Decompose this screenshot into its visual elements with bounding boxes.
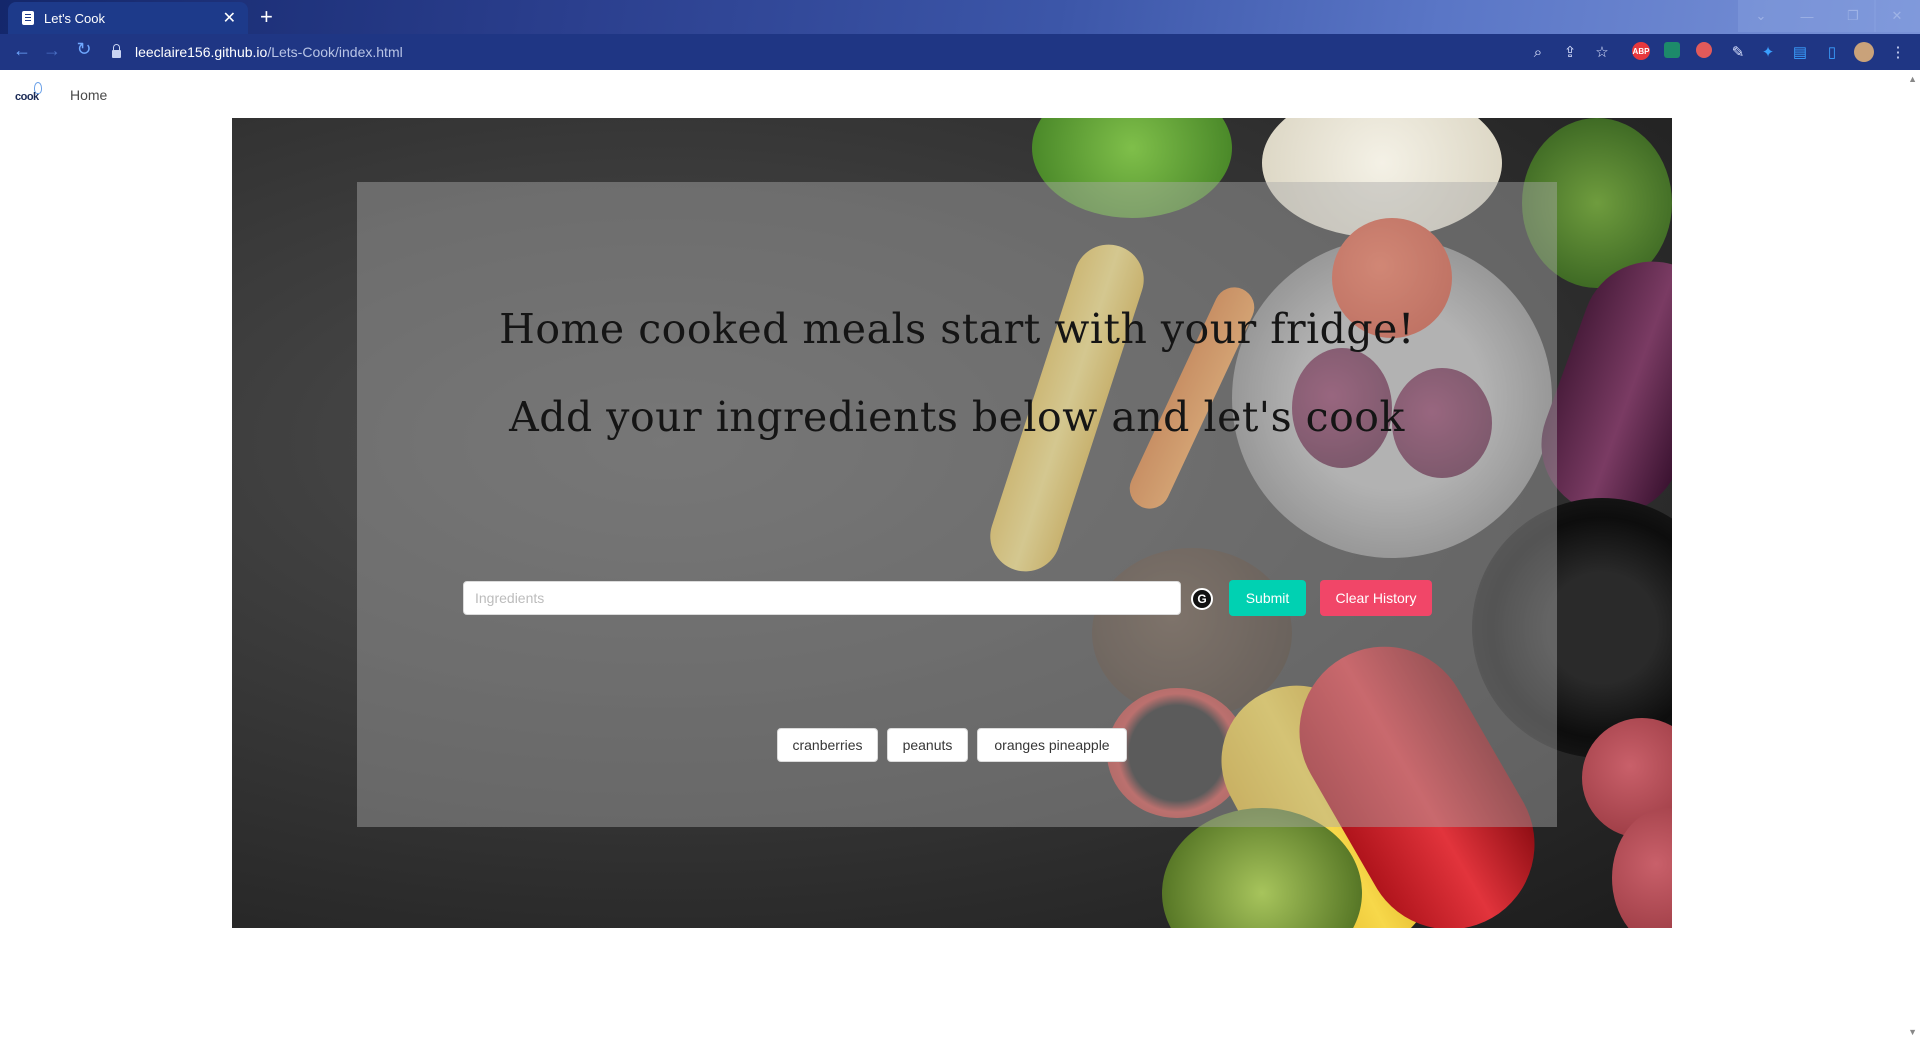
tab-close-icon[interactable]: ✕ xyxy=(223,8,236,28)
browser-tab[interactable]: Let's Cook ✕ xyxy=(8,2,248,34)
history-item-button[interactable]: peanuts xyxy=(887,728,968,762)
url-path: /Lets-Cook/index.html xyxy=(267,44,403,60)
extensions-menu-icon[interactable]: ▤ xyxy=(1790,42,1810,62)
submit-button[interactable]: Submit xyxy=(1229,580,1306,616)
lock-icon xyxy=(112,44,121,58)
url-host: leeclaire156.github.io xyxy=(135,44,268,60)
close-window-button[interactable]: ✕ xyxy=(1874,0,1920,32)
browser-toolbar: ← → ↻ leeclaire156.github.io /Lets-Cook/… xyxy=(0,34,1920,70)
tab-title: Let's Cook xyxy=(44,10,106,26)
share-icon[interactable]: ⇪ xyxy=(1560,42,1580,62)
minimize-button[interactable]: — xyxy=(1784,0,1830,32)
address-bar[interactable]: leeclaire156.github.io /Lets-Cook/index.… xyxy=(112,38,1382,66)
clear-history-button[interactable]: Clear History xyxy=(1320,580,1432,616)
page-scrollbar[interactable] xyxy=(1903,70,1920,1039)
forward-arrow-icon[interactable]: → xyxy=(40,40,64,61)
hero-section: Home cooked meals start with your fridge… xyxy=(232,118,1672,928)
page-favicon-icon xyxy=(22,11,34,25)
scroll-up-arrow-icon[interactable]: ▲ xyxy=(1908,74,1917,84)
grammarly-icon[interactable]: G xyxy=(1191,588,1213,610)
site-logo[interactable]: cook xyxy=(12,82,46,106)
nav-home-link[interactable]: Home xyxy=(70,87,107,103)
hero-headline: Home cooked meals start with your fridge… xyxy=(499,305,1415,353)
scroll-down-arrow-icon[interactable]: ▼ xyxy=(1908,1027,1917,1037)
reload-icon[interactable]: ↻ xyxy=(72,39,96,60)
history-item-button[interactable]: cranberries xyxy=(777,728,878,762)
extension-icon[interactable] xyxy=(1664,42,1680,58)
back-arrow-icon[interactable]: ← xyxy=(10,40,34,61)
restore-button[interactable]: ❐ xyxy=(1830,0,1876,32)
kebab-menu-icon[interactable]: ⋮ xyxy=(1888,42,1908,62)
zoom-search-icon[interactable]: ⌕ xyxy=(1528,42,1548,62)
screen-record-icon[interactable] xyxy=(1696,42,1712,58)
new-tab-button[interactable]: + xyxy=(260,4,273,30)
puzzle-icon[interactable]: ✦ xyxy=(1758,42,1778,62)
tab-search-button[interactable]: ⌄ xyxy=(1738,0,1784,32)
bookmark-star-icon[interactable]: ☆ xyxy=(1592,42,1612,62)
hero-subheadline: Add your ingredients below and let's coo… xyxy=(509,393,1405,441)
site-navbar xyxy=(0,70,1903,118)
ingredients-input[interactable] xyxy=(463,581,1181,615)
sidebar-icon[interactable]: ▯ xyxy=(1822,42,1842,62)
pen-icon[interactable]: ✎ xyxy=(1728,42,1748,62)
browser-tabstrip: Let's Cook ✕ + ⌄ — ❐ ✕ xyxy=(0,0,1920,34)
profile-avatar[interactable] xyxy=(1854,42,1874,62)
adblock-plus-icon[interactable]: ABP xyxy=(1632,42,1650,60)
logo-text: cook xyxy=(15,91,39,103)
history-item-button[interactable]: oranges pineapple xyxy=(977,728,1127,762)
